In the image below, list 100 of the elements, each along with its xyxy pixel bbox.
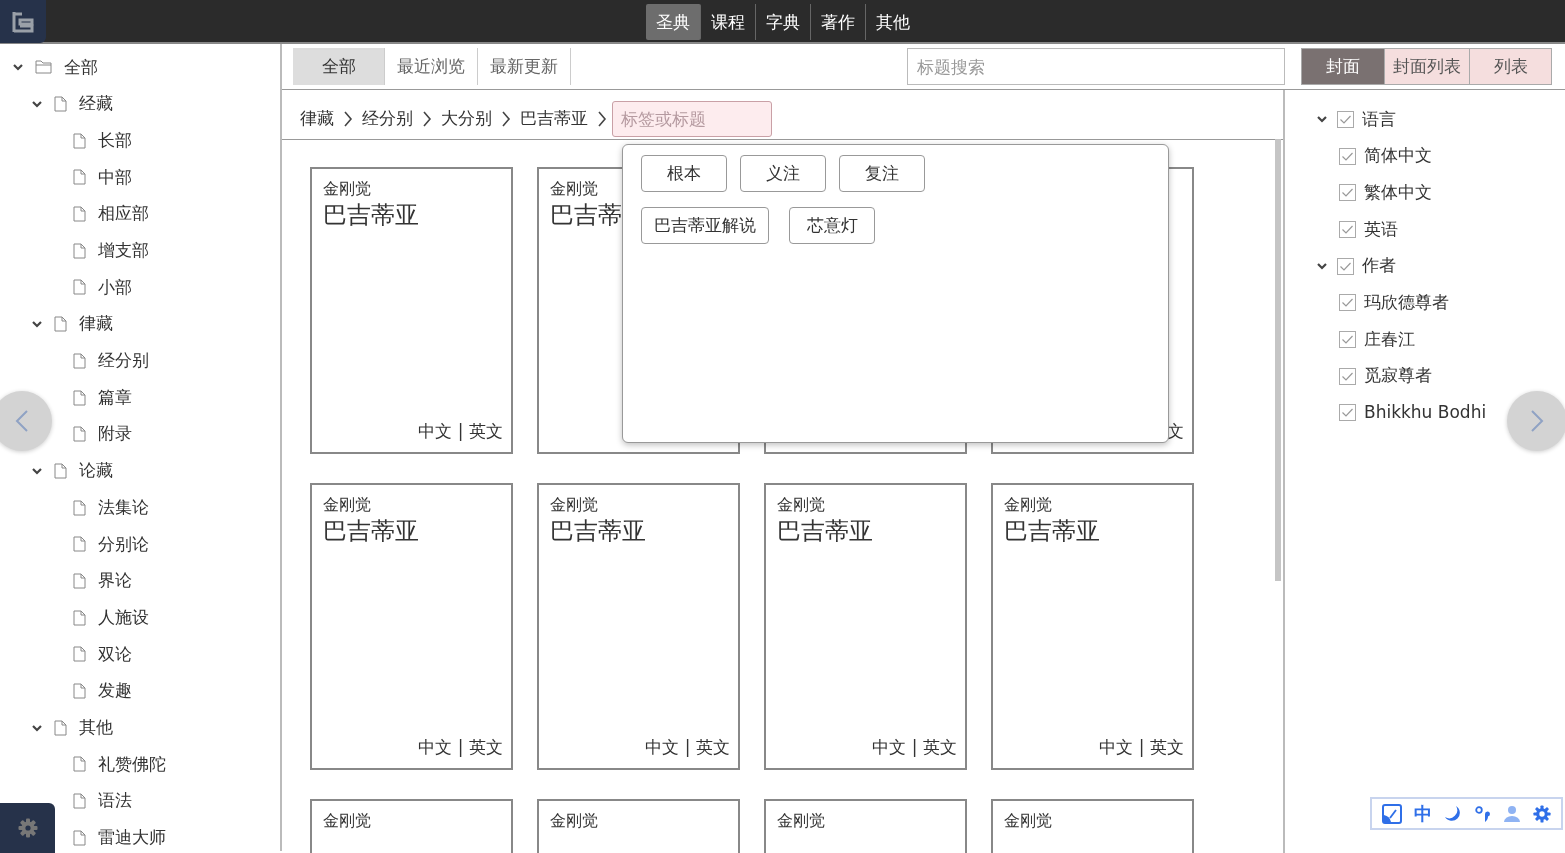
search-field[interactable]: 标题搜索 <box>907 48 1285 85</box>
tree-item[interactable]: 经分别 <box>98 348 149 374</box>
checkbox[interactable] <box>1339 147 1356 165</box>
next-button[interactable] <box>1507 391 1565 451</box>
tree-item[interactable]: 界论 <box>98 568 132 594</box>
logo-icon[interactable] <box>0 0 46 43</box>
settings-button[interactable] <box>0 803 55 853</box>
book-title: 巴吉蒂亚 <box>550 516 646 546</box>
book-author: 金刚觉 <box>323 178 371 200</box>
checkbox[interactable] <box>1339 330 1356 348</box>
tag-button[interactable]: 义注 <box>740 155 826 192</box>
chevron-right-icon <box>422 109 432 128</box>
gauge-icon[interactable] <box>1382 803 1403 824</box>
nav-tab[interactable]: 课程 <box>700 4 756 40</box>
tree-item[interactable]: 小部 <box>98 274 132 301</box>
checkbox[interactable] <box>1339 404 1356 422</box>
language-toggle[interactable]: 中 <box>1414 804 1433 823</box>
tag-button[interactable]: 复注 <box>839 155 925 192</box>
book-card[interactable]: 金刚觉 <box>537 799 740 853</box>
file-icon <box>73 536 86 553</box>
book-card[interactable]: 金刚觉 巴吉蒂亚 中文 | 英文 <box>537 483 740 770</box>
tree-item[interactable]: 发趣 <box>98 678 132 704</box>
book-title: 巴吉蒂 <box>550 200 622 230</box>
nav-tab[interactable]: 字典 <box>755 4 811 40</box>
settings-icon[interactable] <box>1532 804 1551 823</box>
breadcrumb-link[interactable]: 巴吉蒂亚 <box>520 105 588 132</box>
moon-icon[interactable] <box>1444 804 1463 823</box>
file-icon <box>73 426 86 443</box>
view-toggle-button[interactable]: 列表 <box>1469 49 1551 84</box>
chevron-right-icon <box>343 109 353 128</box>
breadcrumb-link[interactable]: 大分别 <box>441 105 492 132</box>
file-icon <box>73 279 86 296</box>
checkbox[interactable] <box>1339 367 1356 385</box>
book-card[interactable]: 金刚觉 <box>991 799 1194 853</box>
filter-label: 庄春江 <box>1364 327 1415 351</box>
tree-item[interactable]: 附录 <box>98 421 132 447</box>
scrollbar-thumb[interactable] <box>1275 139 1281 581</box>
tree-item[interactable]: 论藏 <box>79 458 113 484</box>
file-icon <box>73 646 86 663</box>
settings-icon <box>17 818 38 838</box>
checkbox[interactable] <box>1339 220 1356 238</box>
book-card[interactable]: 金刚觉 <box>310 799 513 853</box>
tag-search-field[interactable]: 标签或标题 <box>612 100 772 137</box>
checkbox[interactable] <box>1337 257 1354 275</box>
tree-item[interactable]: 经藏 <box>79 91 113 117</box>
breadcrumb-link[interactable]: 律藏 <box>300 105 334 132</box>
chevron-right-icon <box>501 109 511 128</box>
view-toggle-button[interactable]: 封面 <box>1302 49 1384 84</box>
book-card[interactable]: 金刚觉 巴吉蒂亚 中文 | 英文 <box>310 483 513 770</box>
nav-tab[interactable]: 其他 <box>865 4 920 40</box>
tree-item[interactable]: 中部 <box>98 164 132 191</box>
tag-button[interactable]: 芯意灯 <box>789 207 875 244</box>
checkbox[interactable] <box>1339 294 1356 312</box>
book-card[interactable]: 金刚觉 巴吉蒂亚 中文 | 英文 <box>991 483 1194 770</box>
filter-label: 简体中文 <box>1364 144 1432 168</box>
book-languages: 文 <box>1167 419 1184 443</box>
tag-button[interactable]: 巴吉蒂亚解说 <box>641 207 769 244</box>
checkbox[interactable] <box>1337 110 1354 128</box>
tree-item[interactable]: 长部 <box>98 127 132 154</box>
filter-label: 觅寂尊者 <box>1364 364 1432 388</box>
user-icon[interactable] <box>1502 804 1521 823</box>
file-icon <box>73 609 86 626</box>
tree-item[interactable]: 双论 <box>98 641 132 668</box>
filter-label: 作者 <box>1362 254 1396 278</box>
book-author: 金刚觉 <box>323 810 371 832</box>
book-card[interactable]: 金刚觉 巴吉蒂亚 中文 | 英文 <box>764 483 967 770</box>
book-author: 金刚觉 <box>777 494 825 516</box>
file-icon <box>73 206 86 223</box>
book-card[interactable]: 金刚觉 巴吉蒂亚 中文 | 英文 <box>310 167 513 454</box>
tree-item[interactable]: 人施设 <box>98 604 149 631</box>
file-icon <box>54 96 67 113</box>
book-author: 金刚觉 <box>777 810 825 832</box>
tree-item[interactable]: 语法 <box>98 788 132 814</box>
punctuation-icon[interactable] <box>1474 804 1491 823</box>
tree-item[interactable]: 法集论 <box>98 494 149 521</box>
tree-item[interactable]: 篇章 <box>98 384 132 411</box>
nav-tab[interactable]: 著作 <box>810 4 866 40</box>
book-card[interactable]: 金刚觉 <box>764 799 967 853</box>
tree-item[interactable]: 分别论 <box>98 531 149 558</box>
file-icon <box>73 499 86 516</box>
tree-item[interactable]: 雷迪大师 <box>98 825 166 851</box>
nav-tab[interactable]: 圣典 <box>645 4 701 40</box>
tree-item[interactable]: 相应部 <box>98 201 149 227</box>
tree-item[interactable]: 其他 <box>79 714 113 741</box>
tree-item[interactable]: 律藏 <box>79 311 113 337</box>
tab[interactable]: 全部 <box>293 48 385 85</box>
previous-button[interactable] <box>0 391 52 451</box>
tree-item[interactable]: 礼赞佛陀 <box>98 751 166 778</box>
view-toggle-button[interactable]: 封面列表 <box>1384 49 1469 84</box>
tag-button[interactable]: 根本 <box>641 155 727 192</box>
folder-icon <box>35 60 52 75</box>
file-icon <box>73 572 86 589</box>
checkbox[interactable] <box>1339 184 1356 202</box>
tree-item[interactable]: 增支部 <box>98 238 149 264</box>
breadcrumb-link[interactable]: 经分别 <box>362 105 413 132</box>
file-icon <box>73 242 86 259</box>
book-author: 金刚觉 <box>1004 810 1052 832</box>
book-author: 金刚觉 <box>550 178 598 200</box>
book-title: 巴吉蒂亚 <box>323 200 419 230</box>
tree-item[interactable]: 全部 <box>64 54 98 81</box>
